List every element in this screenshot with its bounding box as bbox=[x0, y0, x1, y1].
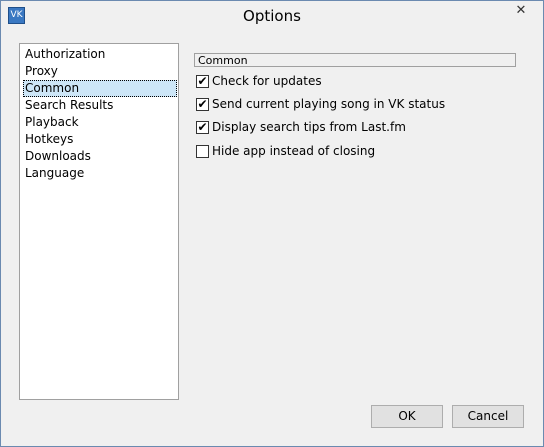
section-header: Common bbox=[194, 53, 516, 67]
nav-item-common[interactable]: Common bbox=[23, 80, 177, 97]
nav-item-search-results[interactable]: Search Results bbox=[23, 97, 177, 114]
cancel-button[interactable]: Cancel bbox=[452, 405, 524, 428]
checkbox-checked[interactable]: ✔ bbox=[196, 98, 209, 111]
close-button[interactable]: ✕ bbox=[505, 2, 537, 21]
nav-item-playback[interactable]: Playback bbox=[23, 114, 177, 131]
options-dialog: VK Options ✕ Authorization Proxy Common … bbox=[0, 0, 544, 447]
nav-item-authorization[interactable]: Authorization bbox=[23, 46, 177, 63]
nav-item-downloads[interactable]: Downloads bbox=[23, 148, 177, 165]
option-label: Check for updates bbox=[212, 74, 322, 88]
ok-button[interactable]: OK bbox=[371, 405, 443, 428]
nav-item-hotkeys[interactable]: Hotkeys bbox=[23, 131, 177, 148]
checkbox-checked[interactable]: ✔ bbox=[196, 75, 209, 88]
title-bar: VK Options ✕ bbox=[1, 1, 543, 31]
options-category-list[interactable]: Authorization Proxy Common Search Result… bbox=[19, 43, 179, 400]
window-title: Options bbox=[243, 7, 301, 25]
checkbox-checked[interactable]: ✔ bbox=[196, 121, 209, 134]
option-label: Hide app instead of closing bbox=[212, 144, 376, 158]
nav-item-proxy[interactable]: Proxy bbox=[23, 63, 177, 80]
option-label: Display search tips from Last.fm bbox=[212, 120, 406, 134]
option-label: Send current playing song in VK status bbox=[212, 97, 446, 111]
checkbox-unchecked[interactable] bbox=[196, 145, 209, 158]
nav-item-language[interactable]: Language bbox=[23, 165, 177, 182]
